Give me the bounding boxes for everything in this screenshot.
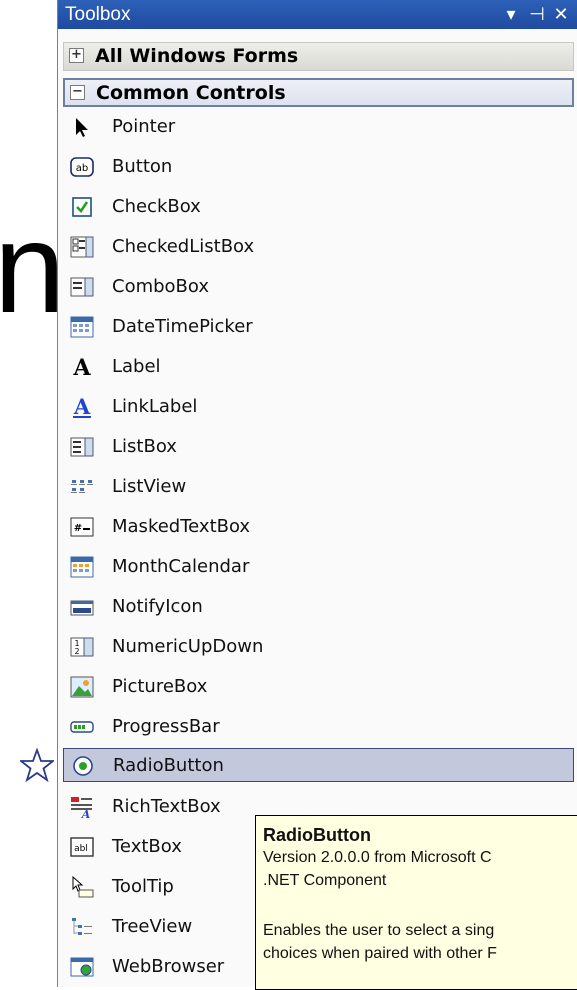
item-label: Button: [112, 156, 173, 177]
tooltip-description-line2: choices when paired with other F: [263, 945, 497, 962]
toolbox-item-button[interactable]: ab Button: [63, 150, 574, 184]
toolbox-title: Toolbox: [65, 4, 131, 25]
item-label: ComboBox: [112, 276, 210, 297]
radiobutton-tooltip: RadioButton Version 2.0.0.0 from Microso…: [255, 815, 577, 990]
item-label: ListBox: [112, 436, 177, 457]
svg-text:ab: ab: [76, 163, 88, 174]
tooltip-description-line1: Enables the user to select a sing: [263, 922, 495, 939]
linklabel-icon: A: [73, 395, 91, 419]
maskedtextbox-icon: #: [70, 517, 94, 537]
checkedlistbox-icon: [70, 236, 94, 258]
pointer-icon: [76, 118, 88, 137]
pin-icon[interactable]: ⊣: [527, 3, 547, 25]
group-label: All Windows Forms: [95, 45, 299, 67]
item-label: ProgressBar: [112, 716, 220, 737]
tooltip-component: .NET Component: [263, 872, 387, 889]
datetimepicker-icon: [70, 316, 94, 338]
numericupdown-icon: 12: [70, 637, 94, 657]
item-label: TreeView: [112, 916, 193, 937]
textbox-icon: abl: [70, 837, 94, 857]
item-label: Label: [112, 356, 161, 377]
cropped-letter: n: [0, 197, 66, 340]
toolbox-item-combobox[interactable]: ComboBox: [63, 270, 574, 304]
collapse-minus-icon[interactable]: −: [70, 85, 85, 100]
item-label: CheckedListBox: [112, 236, 255, 257]
toolbox-item-radiobutton[interactable]: RadioButton: [63, 748, 574, 782]
progressbar-icon: [70, 721, 94, 733]
toolbox-item-progressbar[interactable]: ProgressBar: [63, 710, 574, 744]
richtextbox-icon: A: [71, 797, 92, 819]
radiobutton-icon: [73, 756, 93, 776]
toolbox-item-listbox[interactable]: ListBox: [63, 430, 574, 464]
webbrowser-icon: [70, 957, 94, 977]
toolbox-item-numericupdown[interactable]: 12 NumericUpDown: [63, 630, 574, 664]
svg-text:2: 2: [74, 647, 79, 656]
toolbox-item-datetimepicker[interactable]: DateTimePicker: [63, 310, 574, 344]
toolbox-item-monthcalendar[interactable]: MonthCalendar: [63, 550, 574, 584]
item-label: LinkLabel: [112, 396, 198, 417]
svg-text:A: A: [73, 395, 91, 419]
item-label: TextBox: [112, 836, 182, 857]
item-label: NotifyIcon: [112, 596, 203, 617]
listbox-icon: [70, 437, 94, 457]
svg-text:A: A: [72, 355, 91, 379]
item-label: CheckBox: [112, 196, 201, 217]
close-icon[interactable]: ✕: [551, 3, 571, 25]
picturebox-icon: [70, 676, 94, 698]
svg-text:#: #: [74, 523, 82, 534]
svg-text:abl: abl: [74, 844, 88, 854]
item-label: RichTextBox: [112, 796, 221, 817]
item-label: PictureBox: [112, 676, 208, 697]
tooltip-title: RadioButton: [263, 825, 371, 845]
toolbox-item-maskedtextbox[interactable]: # MaskedTextBox: [63, 510, 574, 544]
toolbox-titlebar: Toolbox ▾ ⊣ ✕: [58, 0, 577, 29]
tooltip-version: Version 2.0.0.0 from Microsoft C: [263, 849, 492, 866]
checkbox-icon: [72, 197, 92, 217]
toolbox-item-picturebox[interactable]: PictureBox: [63, 670, 574, 704]
toolbox-panel: Toolbox ▾ ⊣ ✕ + All Windows Forms − Comm…: [57, 0, 577, 990]
item-label: RadioButton: [113, 755, 224, 776]
notifyicon-icon: [70, 600, 94, 616]
listview-icon: [71, 480, 93, 493]
svg-text:A: A: [81, 808, 91, 819]
toolbox-item-listview[interactable]: ListView: [63, 470, 574, 504]
item-label: WebBrowser: [112, 956, 225, 977]
group-label: Common Controls: [96, 82, 286, 104]
toolbox-item-checkbox[interactable]: CheckBox: [63, 190, 574, 224]
group-common-controls[interactable]: − Common Controls: [63, 78, 574, 107]
expand-plus-icon[interactable]: +: [69, 48, 84, 63]
toolbox-item-checkedlistbox[interactable]: CheckedListBox: [63, 230, 574, 264]
button-icon: ab: [70, 157, 94, 177]
item-label: MonthCalendar: [112, 556, 250, 577]
tooltip-icon: [72, 875, 94, 898]
group-all-windows-forms[interactable]: + All Windows Forms: [63, 42, 574, 71]
toolbox-item-linklabel[interactable]: A LinkLabel: [63, 390, 574, 424]
item-label: ListView: [112, 476, 187, 497]
treeview-icon: [72, 918, 92, 935]
toolbox-item-notifyicon[interactable]: NotifyIcon: [63, 590, 574, 624]
dropdown-arrow-icon[interactable]: ▾: [501, 3, 521, 25]
star-icon: [20, 748, 54, 782]
item-label: DateTimePicker: [112, 316, 253, 337]
combobox-icon: [70, 277, 94, 297]
monthcalendar-icon: [70, 556, 94, 578]
item-label: MaskedTextBox: [112, 516, 251, 537]
item-label: Pointer: [112, 116, 176, 137]
item-label: ToolTip: [112, 876, 174, 897]
label-icon: A: [72, 355, 91, 379]
toolbox-item-pointer[interactable]: Pointer: [63, 110, 574, 144]
toolbox-item-label[interactable]: A Label: [63, 350, 574, 384]
item-label: NumericUpDown: [112, 636, 264, 657]
